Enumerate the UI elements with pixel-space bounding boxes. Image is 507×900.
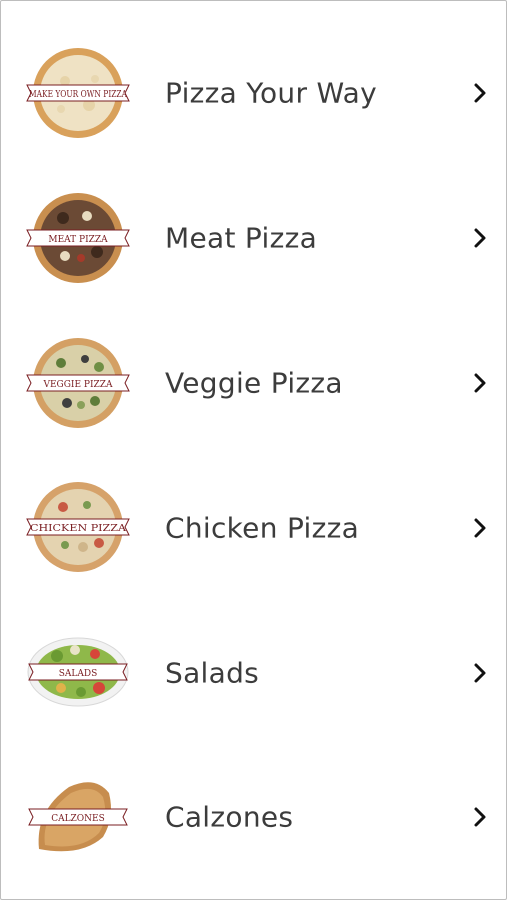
- pizza-your-way-thumbnail: MAKE YOUR OWN PIZZA: [25, 47, 131, 139]
- menu-item-salads[interactable]: SALADS Salads: [1, 600, 507, 745]
- chevron-right-icon: [474, 663, 486, 683]
- veggie-pizza-thumbnail: VEGGIE PIZZA: [25, 337, 131, 429]
- ribbon-text: SALADS: [59, 669, 98, 679]
- calzone-thumbnail: CALZONES: [25, 771, 131, 863]
- menu-item-meat-pizza[interactable]: MEAT PIZZA Meat Pizza: [1, 166, 507, 311]
- menu-item-pizza-your-way[interactable]: MAKE YOUR OWN PIZZA Pizza Your Way: [1, 21, 507, 166]
- chevron-right-icon: [474, 228, 486, 248]
- chevron-right-icon: [474, 807, 486, 827]
- ribbon-text: VEGGIE PIZZA: [42, 380, 113, 390]
- menu-item-chicken-pizza[interactable]: CHICKEN PIZZA Chicken Pizza: [1, 455, 507, 600]
- menu-list: MAKE YOUR OWN PIZZA Pizza Your Way MEAT …: [1, 21, 507, 890]
- menu-item-label: Salads: [165, 656, 260, 690]
- chevron-right-icon: [474, 518, 486, 538]
- menu-item-label: Chicken Pizza: [165, 511, 360, 545]
- menu-item-label: Meat Pizza: [165, 221, 318, 255]
- chevron-right-icon: [474, 83, 486, 103]
- ribbon-text: MEAT PIZZA: [48, 235, 108, 245]
- menu-item-veggie-pizza[interactable]: VEGGIE PIZZA Veggie Pizza: [1, 311, 507, 456]
- meat-pizza-thumbnail: MEAT PIZZA: [25, 192, 131, 284]
- menu-item-calzones[interactable]: CALZONES Calzones: [1, 745, 507, 890]
- chevron-right-icon: [474, 373, 486, 393]
- menu-item-label: Calzones: [165, 800, 294, 834]
- app-frame: MAKE YOUR OWN PIZZA Pizza Your Way MEAT …: [0, 0, 507, 900]
- ribbon-text: CHICKEN PIZZA: [30, 524, 127, 534]
- chicken-pizza-thumbnail: CHICKEN PIZZA: [25, 481, 131, 573]
- menu-item-label: Pizza Your Way: [165, 76, 377, 110]
- ribbon-text: CALZONES: [51, 814, 105, 824]
- menu-item-label: Veggie Pizza: [165, 366, 343, 400]
- ribbon-text: MAKE YOUR OWN PIZZA: [29, 90, 127, 100]
- salad-thumbnail: SALADS: [25, 626, 131, 718]
